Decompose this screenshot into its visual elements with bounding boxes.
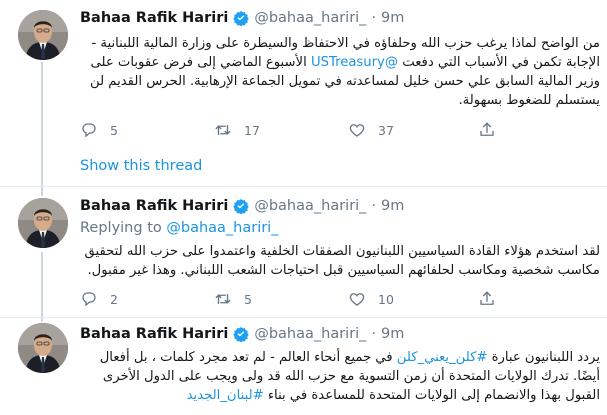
tweet[interactable]: Bahaa Rafik Hariri @bahaa_hariri_ · 9m م…	[0, 0, 607, 182]
reply-count: 2	[110, 291, 118, 307]
tweet-text: من الواضح لماذا يرغب حزب الله وحلفاؤه في…	[80, 34, 600, 110]
reply-count: 5	[110, 122, 118, 138]
share-icon	[480, 122, 494, 136]
verified-badge-icon	[233, 11, 250, 26]
verified-badge-icon	[233, 327, 250, 342]
separator-dot: ·	[371, 10, 377, 26]
separator-dot: ·	[371, 326, 377, 342]
timestamp[interactable]: 9m	[381, 10, 404, 26]
retweet-count: 5	[244, 291, 252, 307]
like-button[interactable]: 37	[348, 121, 394, 139]
author-handle[interactable]: @bahaa_hariri_	[254, 326, 366, 342]
tweet[interactable]: Bahaa Rafik Hariri @bahaa_hariri_ · 9m ي…	[0, 318, 607, 415]
avatar[interactable]	[18, 10, 68, 60]
hashtag-link[interactable]: #لبنان_الجديد	[187, 388, 264, 403]
share-button[interactable]	[478, 290, 508, 308]
verified-badge-icon	[233, 199, 250, 214]
retweet-button[interactable]: 17	[214, 121, 260, 139]
tweet-actions: 2 5 10	[80, 290, 500, 310]
mention-link[interactable]: @USTreasury	[311, 55, 398, 70]
show-thread-link[interactable]: Show this thread	[80, 158, 202, 174]
author-name[interactable]: Bahaa Rafik Hariri	[80, 10, 228, 26]
reply-button[interactable]: 5	[80, 121, 118, 139]
replying-to-handle[interactable]: @bahaa_hariri_	[166, 220, 278, 236]
reply-button[interactable]: 2	[80, 290, 118, 308]
retweet-button[interactable]: 5	[214, 290, 252, 308]
author-name[interactable]: Bahaa Rafik Hariri	[80, 326, 228, 342]
tweet-actions: 5 17 37	[80, 121, 500, 141]
retweet-icon	[215, 293, 231, 305]
tweet-text-part: يردد اللبنانيون عبارة	[487, 350, 600, 365]
retweet-icon	[215, 124, 231, 136]
heart-icon	[349, 124, 365, 137]
profile-photo	[18, 10, 68, 60]
hashtag-link[interactable]: #كلن_يعني_كلن	[397, 350, 488, 365]
share-icon	[480, 291, 494, 305]
author-name[interactable]: Bahaa Rafik Hariri	[80, 198, 228, 214]
replying-to-label: Replying to	[80, 220, 162, 236]
timestamp[interactable]: 9m	[381, 198, 404, 214]
share-button[interactable]	[478, 121, 508, 139]
profile-photo	[18, 198, 68, 248]
avatar[interactable]	[18, 323, 68, 373]
author-handle[interactable]: @bahaa_hariri_	[254, 198, 366, 214]
like-button[interactable]: 10	[348, 290, 394, 308]
separator-dot: ·	[371, 198, 377, 214]
tweet-text: يردد اللبنانيون عبارة #كلن_يعني_كلن في ج…	[80, 348, 600, 405]
reply-icon	[82, 123, 96, 138]
reply-icon	[82, 292, 96, 307]
retweet-count: 17	[244, 122, 260, 138]
profile-photo	[18, 323, 68, 373]
tweet-header: Bahaa Rafik Hariri @bahaa_hariri_ · 9m	[80, 196, 404, 216]
heart-icon	[349, 293, 365, 306]
replying-to: Replying to @bahaa_hariri_	[80, 220, 278, 236]
like-count: 37	[378, 122, 394, 138]
tweet-header: Bahaa Rafik Hariri @bahaa_hariri_ · 9m	[80, 8, 404, 28]
tweet[interactable]: Bahaa Rafik Hariri @bahaa_hariri_ · 9m R…	[0, 187, 607, 315]
timestamp[interactable]: 9m	[381, 326, 404, 342]
tweet-header: Bahaa Rafik Hariri @bahaa_hariri_ · 9m	[80, 324, 404, 344]
like-count: 10	[378, 291, 394, 307]
avatar[interactable]	[18, 198, 68, 248]
tweet-text: لقد استخدم هؤلاء القادة السياسيين اللبنا…	[84, 244, 601, 278]
author-handle[interactable]: @bahaa_hariri_	[254, 10, 366, 26]
